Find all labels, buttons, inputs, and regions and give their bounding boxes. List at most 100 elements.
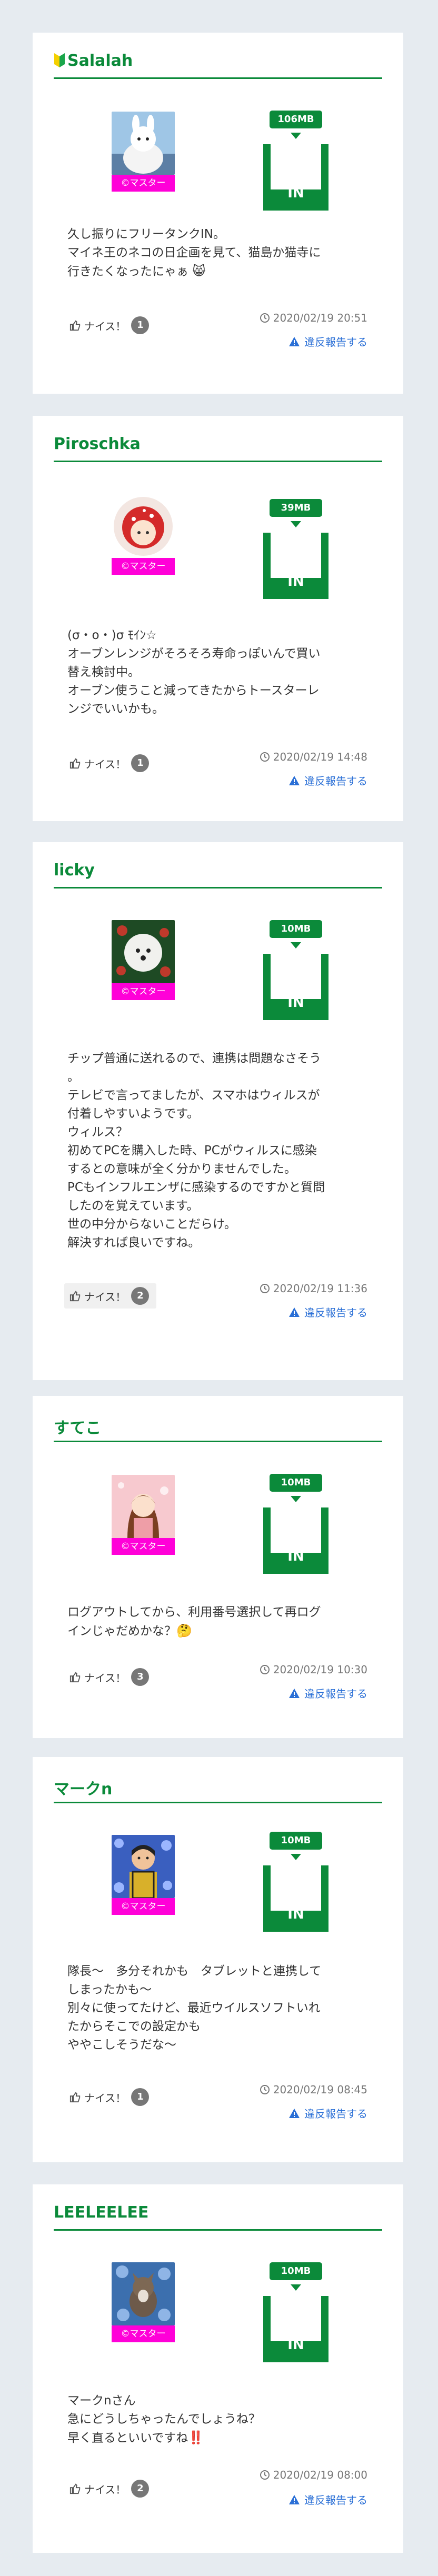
tank-in-label: IN — [287, 185, 304, 201]
report-link[interactable]: 違反報告する — [288, 1304, 367, 1320]
master-badge: ©マスター — [112, 1898, 175, 1915]
tank-in-label: IN — [287, 1549, 304, 1564]
card-header: Salalah — [54, 47, 382, 79]
down-arrow-icon — [291, 1854, 301, 1860]
warning-icon — [289, 2108, 300, 2118]
avatar[interactable] — [112, 920, 175, 983]
avatar[interactable] — [112, 495, 175, 558]
username-link[interactable]: LEELEELEE — [54, 2203, 148, 2222]
nice-count: 1 — [131, 2088, 150, 2106]
nice-button[interactable]: ナイス！ 1 — [64, 313, 157, 338]
report-link[interactable]: 違反報告する — [288, 2492, 367, 2507]
mb-amount-badge: 10MB — [270, 2262, 322, 2280]
master-badge: ©マスター — [112, 2325, 175, 2342]
down-arrow-icon — [291, 521, 301, 527]
nice-count: 3 — [131, 1668, 150, 1686]
post-card: licky ©マスター 10MB IN チップ普通に送れるので、連携は問題なさそ… — [33, 842, 403, 1380]
mb-amount-badge: 10MB — [270, 1474, 322, 1492]
nice-button[interactable]: ナイス！ 2 — [64, 1283, 157, 1309]
tank-in-label: IN — [287, 1906, 304, 1922]
tank-in-indicator: 106MB IN — [263, 111, 328, 211]
warning-icon — [289, 1688, 300, 1698]
post-card: LEELEELEE ©マスター 10MB IN マークnさん 急にどうしちゃった… — [33, 2184, 403, 2553]
mb-amount-badge: 39MB — [270, 499, 322, 517]
master-badge: ©マスター — [112, 558, 175, 575]
report-link[interactable]: 違反報告する — [288, 773, 367, 788]
warning-icon — [289, 1307, 300, 1317]
nice-button[interactable]: ナイス！ 2 — [64, 2476, 157, 2501]
card-header: すてこ — [54, 1411, 382, 1442]
tank-in-indicator: 10MB IN — [263, 1832, 328, 1932]
card-header: Piroschka — [54, 431, 382, 462]
report-link[interactable]: 違反報告する — [288, 334, 367, 349]
tank-in-label: IN — [287, 995, 304, 1011]
card-header: licky — [54, 857, 382, 888]
nice-count: 1 — [131, 754, 150, 772]
nice-count: 2 — [131, 1287, 150, 1305]
timestamp: 2020/02/19 14:48 — [260, 751, 367, 763]
post-card: すてこ ©マスター 10MB IN ログアウトしてから、利用番号選択して再ログ … — [33, 1396, 403, 1738]
username-link[interactable]: licky — [54, 861, 95, 880]
mb-amount-badge: 106MB — [270, 111, 322, 128]
tank-in-indicator: 10MB IN — [263, 1474, 328, 1574]
comment-text: ログアウトしてから、利用番号選択して再ログ インじゃだめかな？🤔 — [67, 1605, 321, 1638]
report-link[interactable]: 違反報告する — [288, 2105, 367, 2121]
avatar[interactable] — [112, 1475, 175, 1538]
master-badge: ©マスター — [112, 175, 175, 192]
nice-count: 2 — [131, 2480, 150, 2498]
warning-icon — [289, 336, 300, 346]
nice-button[interactable]: ナイス！ 3 — [64, 1664, 157, 1690]
avatar[interactable] — [112, 2262, 175, 2325]
username-link[interactable]: マークn — [54, 1776, 112, 1799]
timestamp: 2020/02/19 08:45 — [260, 2083, 367, 2096]
nice-count: 1 — [131, 316, 150, 334]
nice-button[interactable]: ナイス！ 1 — [64, 2084, 157, 2110]
down-arrow-icon — [291, 1496, 301, 1502]
timestamp: 2020/02/19 08:00 — [260, 2469, 367, 2481]
thumbs-up-icon — [69, 1672, 81, 1683]
username-link[interactable]: Piroschka — [54, 435, 141, 453]
beginner-mark-icon — [54, 53, 65, 67]
clock-icon — [260, 1665, 270, 1674]
nice-button[interactable]: ナイス！ 1 — [64, 751, 157, 776]
clock-icon — [260, 2085, 270, 2094]
comment-text: 久し振りにフリータンクIN。 マイネ王のネコの日企画を見て、猫島か猫寺に 行きた… — [67, 227, 321, 278]
timestamp: 2020/02/19 20:51 — [260, 312, 367, 324]
thumbs-up-icon — [69, 320, 81, 331]
thumbs-up-icon — [69, 2092, 81, 2103]
comment-text: チップ普通に送れるので、連携は問題なさそう 。 テレビで言ってましたが、スマホは… — [67, 1052, 325, 1250]
timestamp: 2020/02/19 10:30 — [260, 1663, 367, 1676]
post-card: Salalah ©マスター 106MB IN 久し振りにフリータンクIN。 マイ… — [33, 33, 403, 394]
thumbs-up-icon — [69, 1291, 81, 1302]
username-link[interactable]: Salalah — [54, 52, 133, 70]
warning-icon — [289, 775, 300, 785]
avatar[interactable] — [112, 112, 175, 175]
username-link[interactable]: すてこ — [54, 1415, 101, 1438]
timestamp: 2020/02/19 11:36 — [260, 1282, 367, 1295]
avatar[interactable] — [112, 1835, 175, 1898]
post-card: マークn ©マスター 10MB IN 隊長〜 多分それかも タブレットと連携して… — [33, 1757, 403, 2162]
clock-icon — [260, 1284, 270, 1293]
mb-amount-badge: 10MB — [270, 920, 322, 938]
clock-icon — [260, 2470, 270, 2480]
master-badge: ©マスター — [112, 1538, 175, 1555]
thumbs-up-icon — [69, 758, 81, 769]
clock-icon — [260, 313, 270, 323]
mb-amount-badge: 10MB — [270, 1832, 322, 1850]
down-arrow-icon — [291, 942, 301, 948]
warning-icon — [289, 2494, 300, 2504]
card-header: LEELEELEE — [54, 2199, 382, 2231]
tank-in-indicator: 10MB IN — [263, 2262, 328, 2362]
down-arrow-icon — [291, 133, 301, 139]
comment-text: 隊長〜 多分それかも タブレットと連携して しまったかも〜 別々に使ってたけど、… — [67, 1964, 322, 2052]
clock-icon — [260, 752, 270, 762]
post-card: Piroschka ©マスター 39MB IN (σ・o・)σ ﾓｲﾝ☆ オーブ… — [33, 416, 403, 821]
down-arrow-icon — [291, 2284, 301, 2291]
tank-in-label: IN — [287, 574, 304, 590]
comment-text: (σ・o・)σ ﾓｲﾝ☆ オーブンレンジがそろそろ寿命っぽいんで買い 替え検討中… — [67, 628, 321, 716]
tank-in-indicator: 39MB IN — [263, 499, 328, 599]
card-header: マークn — [54, 1772, 382, 1803]
report-link[interactable]: 違反報告する — [288, 1685, 367, 1701]
thumbs-up-icon — [69, 2483, 81, 2494]
tank-in-label: IN — [287, 2337, 304, 2353]
